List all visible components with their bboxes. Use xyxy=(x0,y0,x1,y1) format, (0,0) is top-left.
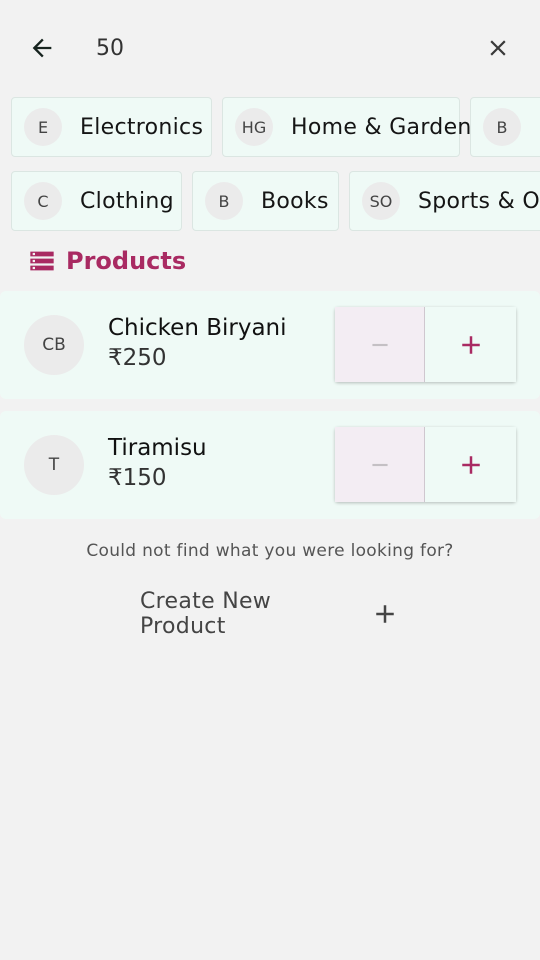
category-chip-sports-outdoors[interactable]: SO Sports & Outdoors xyxy=(349,171,540,231)
chip-avatar: SO xyxy=(362,182,400,220)
close-icon xyxy=(490,40,506,56)
storage-icon xyxy=(30,251,54,271)
product-name: Chicken Biryani xyxy=(108,315,287,341)
category-chip-row: C Clothing B Books SO Sports & Outdoors xyxy=(0,169,540,235)
minus-icon xyxy=(371,343,388,346)
product-price: ₹150 xyxy=(108,465,167,491)
chip-avatar: B xyxy=(205,182,243,220)
minus-icon xyxy=(371,463,388,466)
chip-avatar: E xyxy=(24,108,62,146)
section-title: Products xyxy=(66,247,187,275)
products-section-header: Products xyxy=(28,244,186,278)
chip-label: Sports & Outdoors xyxy=(418,188,540,214)
product-card[interactable]: T Tiramisu ₹150 xyxy=(0,411,540,519)
not-found-message: Could not find what you were looking for… xyxy=(86,541,454,561)
plus-icon xyxy=(461,455,480,474)
product-avatar: T xyxy=(24,435,84,495)
category-chip-electronics[interactable]: E Electronics xyxy=(11,97,212,157)
create-new-product-button[interactable]: Create New Product xyxy=(140,589,400,639)
quantity-stepper xyxy=(335,307,516,382)
product-price: ₹250 xyxy=(108,345,167,371)
category-chip-clothing[interactable]: C Clothing xyxy=(11,171,182,231)
plus-icon xyxy=(370,599,400,629)
search-input[interactable] xyxy=(96,26,456,70)
plus-icon xyxy=(461,335,480,354)
decrement-button[interactable] xyxy=(335,427,425,502)
chip-label: Clothing xyxy=(80,188,174,214)
chip-avatar: C xyxy=(24,182,62,220)
increment-button[interactable] xyxy=(425,427,516,502)
product-avatar: CB xyxy=(24,315,84,375)
create-label: Create New Product xyxy=(140,589,272,639)
decrement-button[interactable] xyxy=(335,307,425,382)
chip-label: Electronics xyxy=(80,114,204,140)
category-chip-home-garden[interactable]: HG Home & Garden xyxy=(222,97,471,157)
category-chip-row: E Electronics HG Home & Garden B xyxy=(0,95,540,161)
product-name: Tiramisu xyxy=(108,435,207,461)
quantity-stepper xyxy=(335,427,516,502)
chip-label: Home & Garden xyxy=(291,114,472,140)
product-card[interactable]: CB Chicken Biryani ₹250 xyxy=(0,291,540,399)
clear-search-button[interactable] xyxy=(480,30,516,66)
chip-avatar: B xyxy=(483,108,521,146)
chip-label: Books xyxy=(261,188,329,214)
chip-avatar: HG xyxy=(235,108,273,146)
category-chip-partial[interactable]: B xyxy=(470,97,540,157)
increment-button[interactable] xyxy=(425,307,516,382)
category-chip-books[interactable]: B Books xyxy=(192,171,339,231)
arrow-left-icon xyxy=(32,38,52,58)
back-button[interactable] xyxy=(24,30,60,66)
top-bar xyxy=(0,0,540,96)
